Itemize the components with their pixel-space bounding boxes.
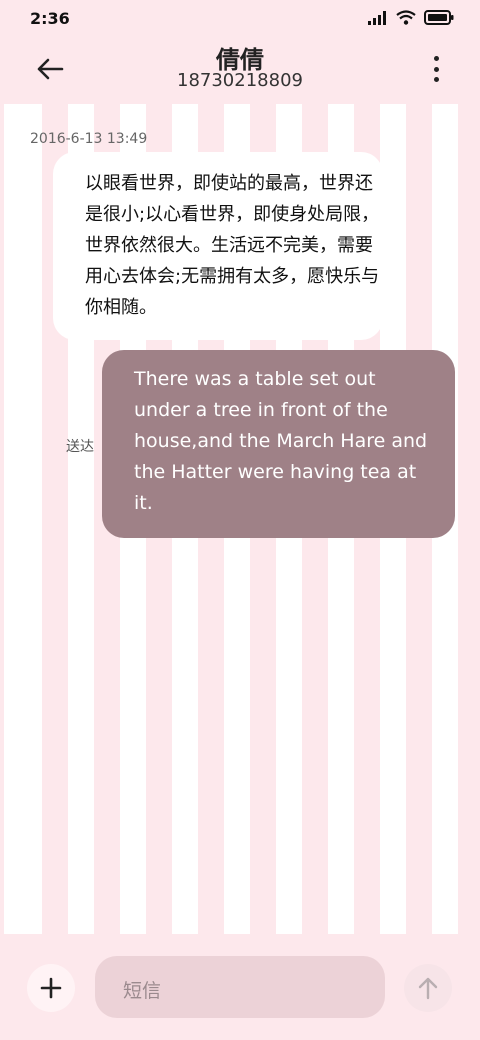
status-time: 2:36 [30,9,70,28]
outgoing-message-bubble[interactable]: There was a table set out under a tree i… [102,350,455,538]
wifi-icon [396,10,416,25]
battery-icon [424,10,454,25]
status-bar: 2:36 [0,0,480,36]
more-options-icon[interactable] [432,56,440,82]
signal-icon [368,10,386,25]
arrow-up-icon [418,977,438,1000]
send-button[interactable] [404,964,452,1012]
add-attachment-button[interactable] [27,964,75,1012]
message-input-placeholder: 短信 [123,980,162,1002]
incoming-message-bubble[interactable]: 以眼看世界，即使站的最高，世界还是很小;以心看世界，即使身处局限，世界依然很大。… [53,152,383,340]
incoming-message-text: 以眼看世界，即使站的最高，世界还是很小;以心看世界，即使身处局限，世界依然很大。… [85,173,380,318]
message-input[interactable]: 短信 [95,956,385,1018]
outgoing-message-text: There was a table set out under a tree i… [134,368,428,514]
composer-bar: 短信 [0,934,480,1040]
plus-icon [40,977,62,999]
contact-number: 18730218809 [177,70,303,91]
message-timestamp: 2016-6-13 13:49 [30,131,148,147]
delivery-status: 送达 [66,439,94,455]
status-icons [368,10,454,25]
conversation-header: 倩倩 18730218809 [0,36,480,104]
